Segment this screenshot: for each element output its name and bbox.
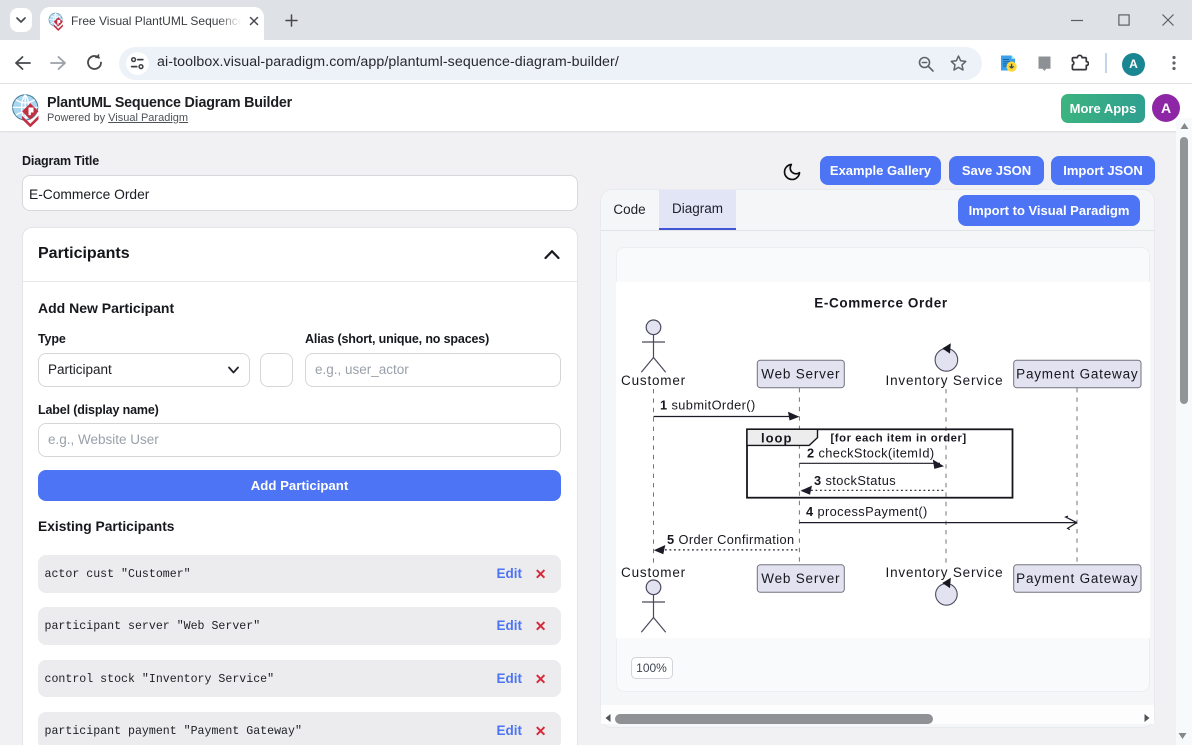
svg-text:Payment Gateway: Payment Gateway <box>1016 367 1138 382</box>
svg-text:Inventory Service: Inventory Service <box>886 565 1004 580</box>
svg-text:5 Order Confirmation: 5 Order Confirmation <box>667 532 795 547</box>
svg-text:4 processPayment(): 4 processPayment() <box>806 504 928 519</box>
svg-text:Customer: Customer <box>621 565 686 580</box>
svg-text:3 stockStatus: 3 stockStatus <box>814 473 896 488</box>
svg-text:E-Commerce Order: E-Commerce Order <box>814 296 948 311</box>
svg-text:Web Server: Web Server <box>761 367 840 382</box>
svg-text:Customer: Customer <box>621 373 686 388</box>
svg-text:2 checkStock(itemId): 2 checkStock(itemId) <box>807 446 935 461</box>
svg-text:Web Server: Web Server <box>761 571 840 586</box>
svg-text:Payment Gateway: Payment Gateway <box>1016 571 1138 586</box>
svg-text:1 submitOrder(): 1 submitOrder() <box>660 397 756 412</box>
svg-text:loop: loop <box>761 430 792 445</box>
svg-text:Inventory Service: Inventory Service <box>886 373 1004 388</box>
svg-text:[for each item in order]: [for each item in order] <box>831 432 967 444</box>
